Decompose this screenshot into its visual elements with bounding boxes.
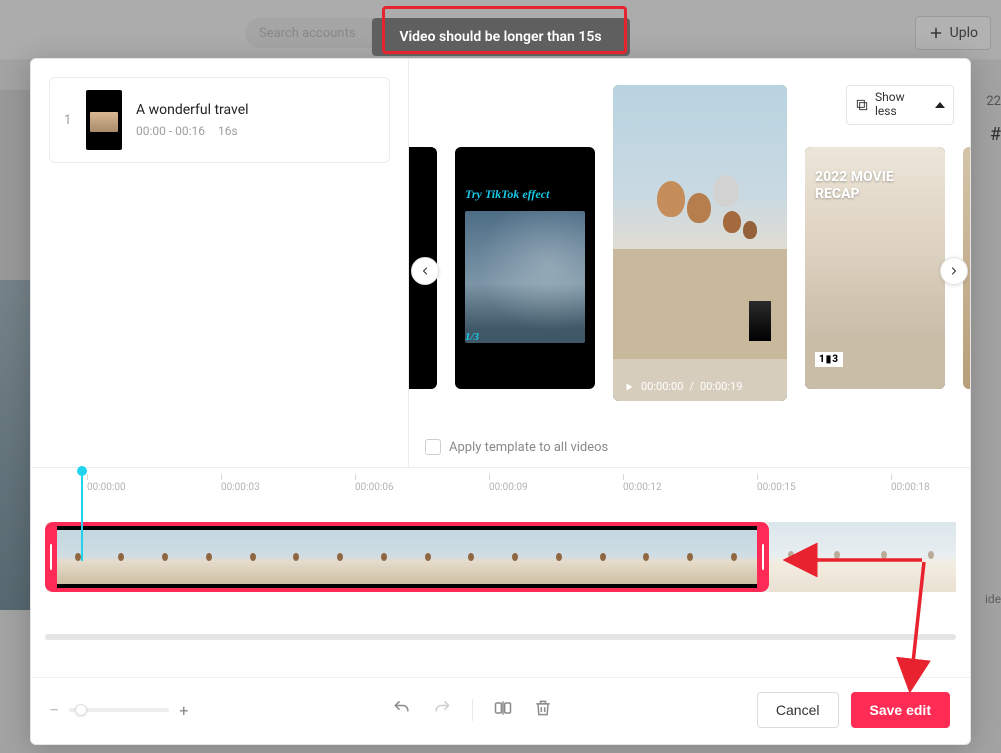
zoom-in-button[interactable]: + [179,701,188,720]
clip-thumbnail [86,90,122,150]
template-effect-image [465,211,585,343]
template-movie-title: 2022 MOVIE RECAP [815,169,935,203]
trim-handle-left[interactable] [45,522,57,592]
split-icon [493,698,513,718]
dialog-actions: Cancel Save edit [757,692,950,728]
clip-meta: A wonderful travel 00:00 - 00:16 16s [136,102,249,138]
show-less-label: Show less [875,91,929,119]
chevron-left-icon [419,265,431,277]
delete-button[interactable] [533,698,553,722]
apply-template-checkbox[interactable] [425,439,441,455]
bottom-toolbar: − + Cancel Save edit [31,677,970,744]
redo-icon [432,698,452,718]
template-playtime-current: 00:00:00 [641,380,683,393]
timeline-scrubber[interactable] [45,634,956,640]
show-less-toggle[interactable]: Show less [846,85,954,125]
template-card-movie[interactable]: 2022 MOVIE RECAP 1▮3 [805,147,945,389]
clip-index: 1 [64,113,72,128]
template-playtime-total: 00:00:19 [700,380,742,393]
ruler-tick: 00:00:00 [87,482,126,493]
clip-card[interactable]: 1 A wonderful travel 00:00 - 00:16 16s [49,77,390,163]
apply-template-label: Apply template to all videos [449,440,608,455]
zoom-control[interactable]: − + [49,700,188,721]
template-effect-label: Try TikTok effect [465,187,549,202]
template-movie-badge: 1▮3 [815,352,843,367]
template-card-effect[interactable]: Try TikTok effect 1/3 [455,147,595,389]
carousel-next-button[interactable] [940,257,968,285]
edit-tools [392,698,553,722]
clip-duration: 16s [218,124,238,138]
undo-button[interactable] [392,698,412,722]
zoom-knob[interactable] [75,704,87,716]
ruler-tick: 00:00:03 [221,482,260,493]
segment-ghost [769,522,956,592]
trash-icon [533,698,553,718]
ruler-tick: 00:00:09 [489,482,528,493]
template-playbar: 00:00:00/00:00:19 [623,380,742,393]
template-card-selected[interactable]: 00:00:00/00:00:19 [613,85,787,401]
template-effect-page: 1/3 [465,331,479,343]
toolbar-divider [472,699,473,721]
editor-dialog: 1 A wonderful travel 00:00 - 00:16 16s S… [30,58,971,745]
zoom-out-button[interactable]: − [49,700,59,721]
save-edit-button[interactable]: Save edit [851,692,950,728]
playhead[interactable] [81,468,83,561]
cancel-button[interactable]: Cancel [757,692,839,728]
ruler-tick: 00:00:12 [623,482,662,493]
trim-segment[interactable] [57,522,757,592]
trim-handle-right[interactable] [757,522,769,592]
redo-button[interactable] [432,698,452,722]
segment-frames [57,530,757,584]
ruler-tick: 00:00:06 [355,482,394,493]
ruler-tick: 00:00:15 [757,482,796,493]
apply-template-row[interactable]: Apply template to all videos [425,439,608,455]
clip-time-range: 00:00 - 00:16 [136,124,205,138]
layers-icon [855,98,869,112]
split-button[interactable] [493,698,513,722]
timeline-area: 00:00:00 00:00:03 00:00:06 00:00:09 00:0… [31,468,970,677]
zoom-slider[interactable] [69,708,169,712]
carousel-prev-button[interactable] [411,257,439,285]
chevron-up-icon [935,102,945,108]
templates-carousel[interactable]: Try TikTok effect 1/3 00:00:00/00:00:19 [409,85,970,401]
ruler-tick: 00:00:18 [891,482,930,493]
chevron-right-icon [948,265,960,277]
timeline-ruler[interactable]: 00:00:00 00:00:03 00:00:06 00:00:09 00:0… [31,472,970,508]
play-icon[interactable] [623,381,635,393]
toast-message: Video should be longer than 15s [371,18,629,56]
clip-title: A wonderful travel [136,102,249,118]
timeline-track[interactable] [45,522,956,592]
upper-panel: 1 A wonderful travel 00:00 - 00:16 16s S… [31,59,970,467]
clip-list-pane: 1 A wonderful travel 00:00 - 00:16 16s [31,59,409,467]
templates-pane: Show less Try TikTok effect 1/3 [409,59,970,467]
undo-icon [392,698,412,718]
